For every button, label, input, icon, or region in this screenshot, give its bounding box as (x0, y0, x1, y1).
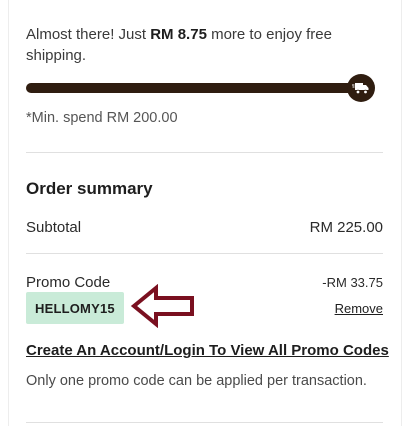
create-account-login-link[interactable]: Create An Account/Login To View All Prom… (26, 342, 389, 359)
left-arrow-annotation-icon (130, 284, 194, 328)
free-shipping-message: Almost there! Just RM 8.75 more to enjoy… (26, 24, 356, 66)
remove-promo-button[interactable]: Remove (335, 301, 383, 316)
shipping-amount: RM 8.75 (150, 26, 207, 43)
subtotal-label: Subtotal (26, 219, 82, 236)
divider (26, 253, 383, 254)
promo-code-note: Only one promo code can be applied per t… (26, 373, 367, 389)
applied-promo-code: HELLOMY15 (26, 292, 124, 324)
shipping-progress-fill (26, 83, 356, 93)
delivery-truck-icon (347, 74, 375, 102)
promo-discount-value: -RM 33.75 (322, 275, 383, 290)
shipping-prefix: Almost there! Just (26, 26, 151, 43)
divider (26, 422, 383, 423)
min-spend-note: *Min. spend RM 200.00 (26, 110, 178, 126)
order-summary-title: Order summary (26, 179, 153, 198)
divider (26, 152, 383, 153)
shipping-progress-bar (26, 83, 371, 93)
promo-code-label: Promo Code (26, 274, 111, 291)
subtotal-value: RM 225.00 (309, 219, 383, 236)
